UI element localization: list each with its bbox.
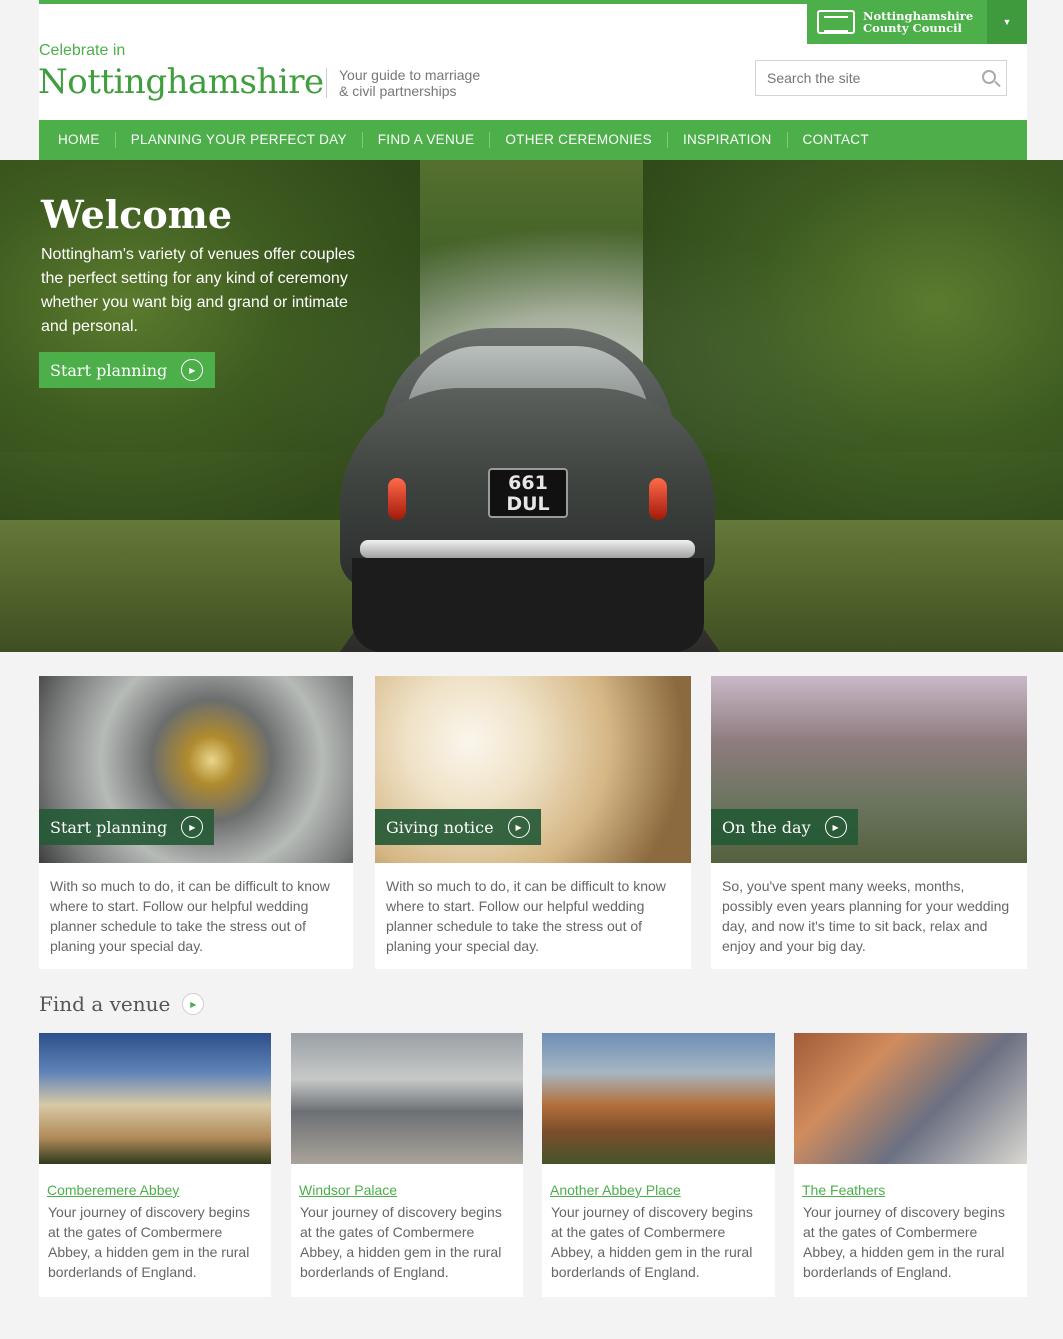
- car-underside: [352, 558, 704, 652]
- plate-line1: 661: [508, 472, 548, 494]
- header-wrap: Nottinghamshire County Council ▼ Celebra…: [0, 0, 1063, 160]
- feature-card: Start planning ▶ With so much to do, it …: [39, 676, 353, 969]
- car-tail-light-right: [649, 478, 667, 520]
- venue-link[interactable]: The Feathers: [802, 1182, 885, 1198]
- nav-item-inspiration[interactable]: INSPIRATION: [668, 132, 788, 148]
- council-name: Nottinghamshire County Council: [863, 10, 973, 34]
- feature-card: Giving notice ▶ With so much to do, it c…: [375, 676, 691, 969]
- council-bar[interactable]: Nottinghamshire County Council ▼: [807, 0, 1027, 44]
- council-name-line2: County Council: [863, 21, 962, 35]
- venue-card: Another Abbey Place Your journey of disc…: [542, 1033, 775, 1297]
- venue-image[interactable]: [291, 1033, 523, 1164]
- venue-image[interactable]: [794, 1033, 1027, 1164]
- car-bumper: [360, 540, 695, 558]
- tagline-line2: & civil partnerships: [339, 83, 457, 99]
- main-nav: HOME PLANNING YOUR PERFECT DAY FIND A VE…: [39, 120, 1027, 160]
- nav-item-other-ceremonies[interactable]: OTHER CEREMONIES: [490, 132, 668, 148]
- arrow-right-icon: ▶: [507, 816, 530, 838]
- council-logo[interactable]: Nottinghamshire County Council: [807, 0, 987, 44]
- venue-card: Comberemere Abbey Your journey of discov…: [39, 1033, 271, 1297]
- search-box: [755, 60, 1007, 96]
- arrow-right-icon: ▶: [824, 816, 847, 838]
- brand-small: Celebrate in: [39, 42, 126, 59]
- venue-text: Your journey of discovery begins at the …: [300, 1204, 502, 1280]
- find-venue-title: Find a venue: [39, 992, 171, 1016]
- card-text: With so much to do, it can be difficult …: [50, 878, 330, 954]
- search-input[interactable]: [756, 61, 966, 95]
- card-link-giving-notice[interactable]: Giving notice ▶: [375, 809, 541, 845]
- search-icon[interactable]: [982, 70, 996, 84]
- venue-link[interactable]: Another Abbey Place: [550, 1182, 681, 1198]
- hero-car-image: 661 DUL: [340, 328, 715, 652]
- arrow-right-icon: ▶: [182, 993, 205, 1015]
- feature-card: On the day ▶ So, you've spent many weeks…: [711, 676, 1027, 969]
- hero-text: Welcome Nottingham's variety of venues o…: [41, 195, 361, 339]
- nav-item-home[interactable]: HOME: [43, 132, 116, 148]
- venue-card: Windsor Palace Your journey of discovery…: [291, 1033, 523, 1297]
- car-tail-light-left: [388, 478, 406, 520]
- council-dropdown-button[interactable]: ▼: [987, 0, 1027, 44]
- nav-item-contact[interactable]: CONTACT: [788, 132, 884, 148]
- nav-item-planning[interactable]: PLANNING YOUR PERFECT DAY: [116, 132, 363, 148]
- venue-image[interactable]: [542, 1033, 775, 1164]
- card-text: With so much to do, it can be difficult …: [386, 878, 666, 954]
- card-label: Start planning: [50, 817, 168, 837]
- card-link-on-the-day[interactable]: On the day ▶: [711, 809, 858, 845]
- start-planning-button[interactable]: Start planning ▶: [39, 352, 216, 388]
- nav-item-find-venue[interactable]: FIND A VENUE: [363, 132, 491, 148]
- venue-card: The Feathers Your journey of discovery b…: [794, 1033, 1027, 1297]
- hero-title: Welcome: [41, 192, 233, 237]
- card-label: On the day: [722, 817, 811, 837]
- card-label: Giving notice: [386, 817, 494, 837]
- arrow-right-icon: ▶: [181, 816, 204, 838]
- hero-body: Nottingham's variety of venues offer cou…: [41, 246, 356, 335]
- car-number-plate: 661 DUL: [488, 468, 568, 518]
- arrow-right-icon: ▶: [181, 359, 204, 381]
- card-link-start-planning[interactable]: Start planning ▶: [39, 809, 215, 845]
- venue-text: Your journey of discovery begins at the …: [803, 1204, 1005, 1280]
- start-planning-label: Start planning: [50, 360, 168, 380]
- site-header: Nottinghamshire County Council ▼ Celebra…: [38, 0, 1027, 160]
- venue-link[interactable]: Comberemere Abbey: [47, 1182, 179, 1198]
- venue-text: Your journey of discovery begins at the …: [48, 1204, 250, 1280]
- tagline-line1: Your guide to marriage: [339, 67, 481, 83]
- site-logo[interactable]: Nottinghamshire: [38, 62, 324, 102]
- card-text: So, you've spent many weeks, months, pos…: [722, 878, 1010, 954]
- caret-down-icon: ▼: [1002, 17, 1012, 27]
- find-venue-heading[interactable]: Find a venue ▶: [39, 992, 205, 1016]
- plate-line2: DUL: [506, 493, 550, 515]
- council-crest-icon: [817, 10, 855, 34]
- brand-divider: [326, 68, 327, 98]
- venue-link[interactable]: Windsor Palace: [299, 1182, 397, 1198]
- venue-image[interactable]: [39, 1033, 271, 1164]
- tagline: Your guide to marriage & civil partnersh…: [339, 67, 499, 99]
- venue-text: Your journey of discovery begins at the …: [551, 1204, 753, 1280]
